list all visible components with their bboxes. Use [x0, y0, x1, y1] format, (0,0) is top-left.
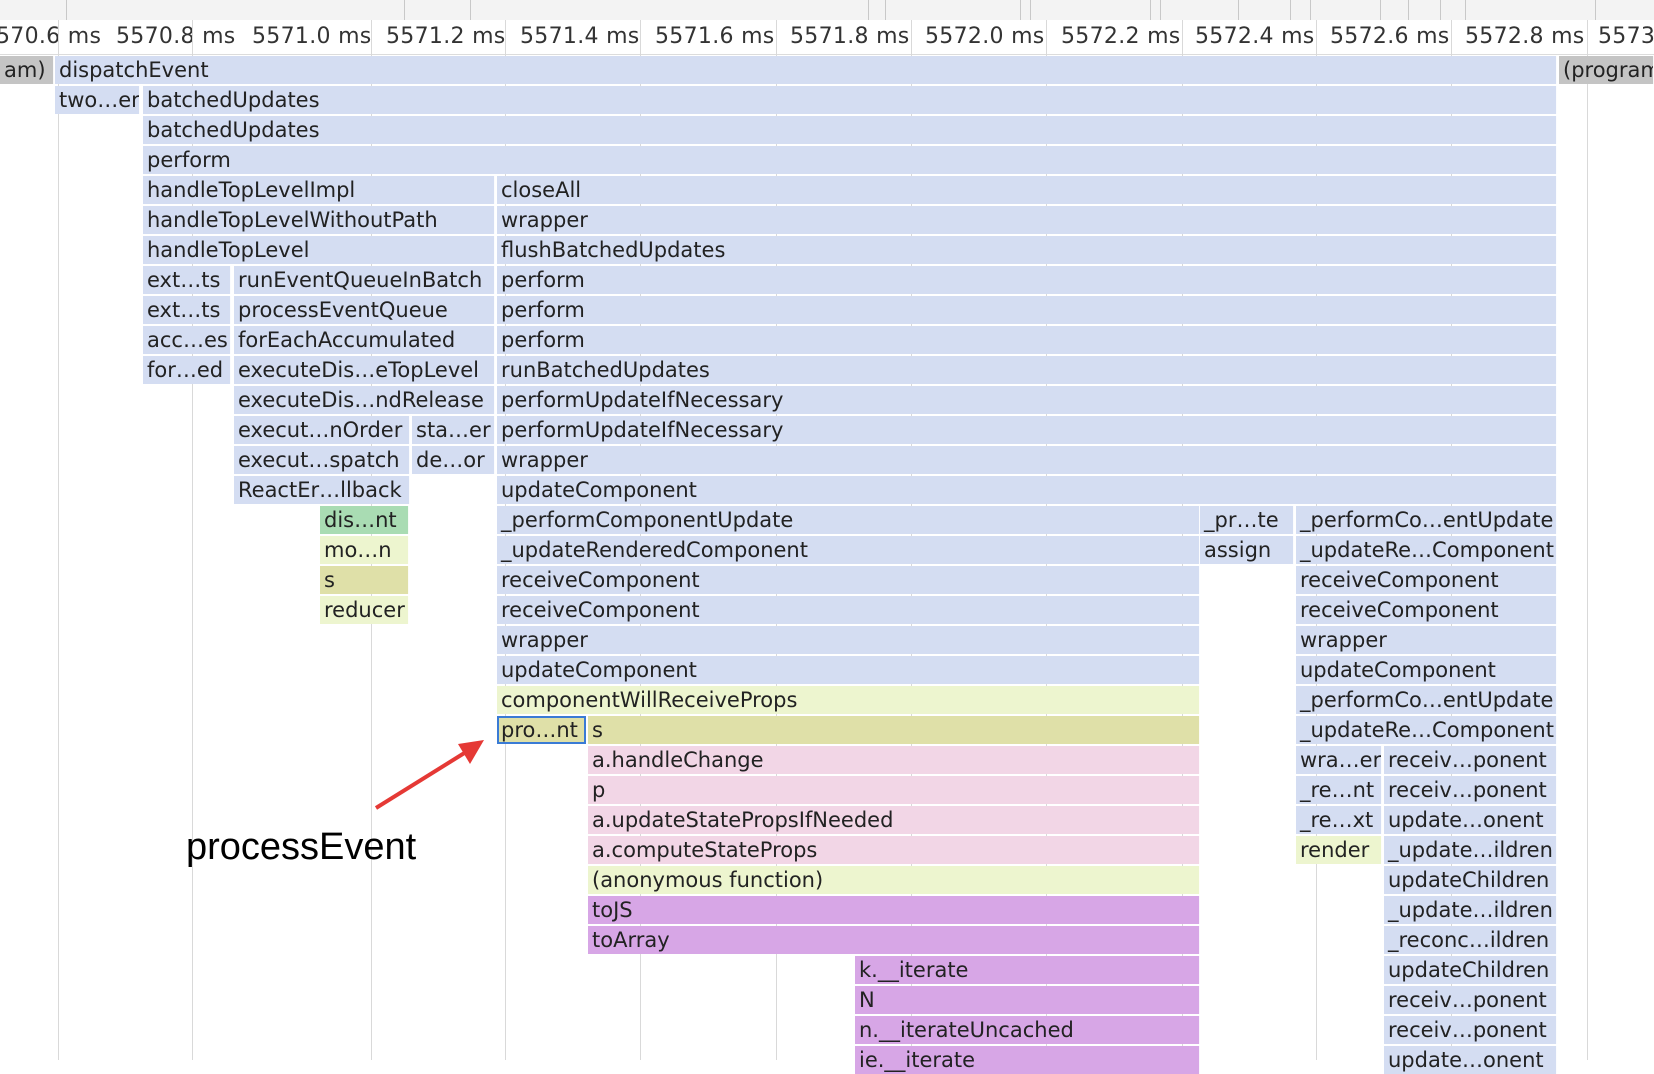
red-arrow-icon	[374, 740, 484, 810]
